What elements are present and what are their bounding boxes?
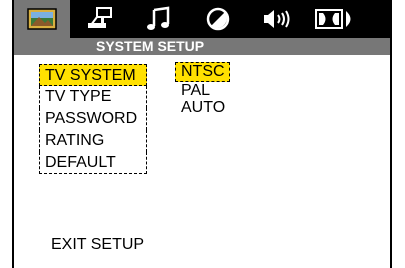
tab-video[interactable]	[190, 0, 246, 38]
menu-item-tv-type[interactable]: TV TYPE	[39, 86, 147, 108]
picture-icon	[27, 8, 57, 30]
menu-item-tv-system[interactable]: TV SYSTEM	[39, 64, 147, 86]
exit-setup-button[interactable]: EXIT SETUP	[51, 236, 144, 254]
option-pal[interactable]: PAL	[175, 82, 255, 99]
tab-speaker[interactable]	[249, 0, 305, 38]
tab-picture[interactable]	[14, 0, 70, 38]
osd-setup-screen: SYSTEM SETUP TV SYSTEM TV TYPE PASSWORD …	[12, 0, 392, 268]
tv-system-options: NTSC PAL AUTO	[175, 62, 255, 116]
setup-icon	[88, 7, 112, 28]
option-auto[interactable]: AUTO	[175, 99, 255, 116]
contrast-icon	[206, 7, 230, 31]
menu-item-rating[interactable]: RATING	[39, 130, 147, 152]
setup-menu: TV SYSTEM TV TYPE PASSWORD RATING DEFAUL…	[39, 64, 147, 174]
page-title: SYSTEM SETUP	[14, 38, 390, 55]
dolby-icon	[315, 9, 351, 29]
tab-dolby[interactable]	[308, 0, 364, 38]
speaker-icon	[264, 10, 290, 28]
menu-item-password[interactable]: PASSWORD	[39, 108, 147, 130]
icon-tab-bar	[14, 0, 390, 38]
menu-item-default[interactable]: DEFAULT	[39, 152, 147, 174]
option-ntsc[interactable]: NTSC	[175, 62, 230, 82]
tab-audio[interactable]	[131, 0, 187, 38]
music-note-icon	[147, 6, 170, 30]
tab-setup[interactable]	[72, 0, 128, 38]
